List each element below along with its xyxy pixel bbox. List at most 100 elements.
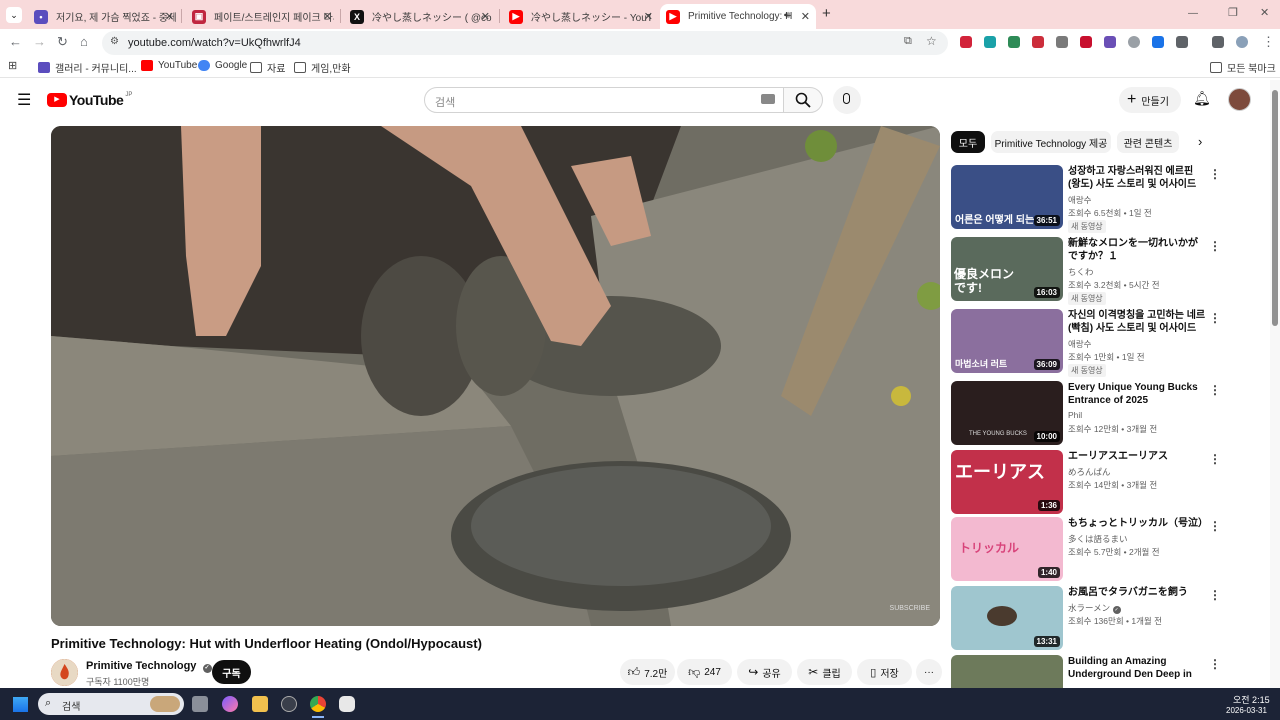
channel-avatar[interactable] — [51, 659, 78, 686]
page-scrollbar[interactable] — [1270, 80, 1280, 688]
recommendation-item[interactable]: THE YOUNG BUCKS 10:00 Every Unique Young… — [951, 381, 1221, 445]
browser-tab[interactable]: • 저기요, 제 가슴 찍었죠 - 중세 ✕ — [28, 4, 180, 29]
youtube-logo[interactable]: ▶ YouTube JP — [47, 92, 132, 108]
extension-icon[interactable] — [960, 36, 972, 48]
home-icon[interactable]: ⌂ — [80, 34, 88, 49]
recommendation-item[interactable]: トリッカル 1:40 もちょっとトリッカル（号泣） 多くは語るまい 조회수 5.… — [951, 517, 1221, 581]
close-icon[interactable]: ✕ — [801, 10, 810, 23]
file-explorer-icon[interactable] — [252, 696, 268, 712]
copilot-icon[interactable] — [222, 696, 238, 712]
voice-search-button[interactable] — [833, 86, 861, 114]
more-vert-icon[interactable]: ⋮ — [1209, 167, 1221, 181]
bookmark-star-icon[interactable]: ☆ — [926, 34, 937, 48]
search-button[interactable] — [783, 87, 823, 113]
recommendation-item[interactable]: 13:31 お風呂でタラバガニを飼う 水ラーメン ✓ 조회수 136만회 • 1… — [951, 586, 1221, 650]
more-actions-button[interactable]: ··· — [916, 659, 942, 685]
extension-icon[interactable] — [1008, 36, 1020, 48]
notifications-bell-icon[interactable]: 🔔︎ — [1193, 90, 1211, 107]
scroll-thumb[interactable] — [1272, 90, 1278, 326]
video-thumbnail[interactable]: トリッカル 1:40 — [951, 517, 1063, 581]
subscribe-button[interactable]: 구독 — [212, 660, 251, 684]
new-tab-button[interactable]: + — [822, 5, 831, 22]
channel-name[interactable]: Primitive Technology ✓ — [86, 660, 212, 673]
video-thumbnail[interactable]: 어른은 어떻게 되는 36:51 — [951, 165, 1063, 229]
chrome-icon[interactable] — [310, 696, 326, 712]
hamburger-menu-icon[interactable]: ☰ — [17, 90, 31, 110]
close-window-icon[interactable]: ✕ — [1260, 6, 1269, 19]
chip-from-channel[interactable]: Primitive Technology 제공 — [991, 131, 1111, 153]
messenger-icon[interactable] — [339, 696, 355, 712]
install-app-icon[interactable]: ⧉ — [904, 35, 912, 48]
close-icon[interactable]: ✕ — [644, 10, 653, 23]
recommendation-item[interactable]: 優良メロンです! 16:03 新鮮なメロンを一切れいかがですか？１ ちくわ 조회… — [951, 237, 1221, 305]
clock-date[interactable]: 2026-03-31 — [1226, 706, 1267, 715]
share-button[interactable]: ↪ 공유 — [737, 659, 792, 685]
bookmark-folder[interactable]: 자료 — [250, 60, 285, 75]
video-thumbnail[interactable]: 優良メロンです! 16:03 — [951, 237, 1063, 301]
chevron-right-icon[interactable]: › — [1198, 134, 1202, 149]
recommendation-item[interactable]: Building an Amazing Underground Den Deep… — [951, 655, 1221, 688]
bookmark-item[interactable]: YouTube — [141, 60, 197, 71]
close-icon[interactable]: ✕ — [165, 10, 174, 23]
create-button[interactable]: + 만들기 — [1119, 87, 1181, 113]
more-vert-icon[interactable]: ⋮ — [1209, 239, 1221, 253]
extension-icon[interactable] — [1128, 36, 1140, 48]
extensions-puzzle-icon[interactable] — [1176, 36, 1188, 48]
recommendation-item[interactable]: 마법소녀 러트 36:09 자신의 이격명칭을 고민하는 네르 (빡침) 사도 … — [951, 309, 1221, 377]
more-vert-icon[interactable]: ⋮ — [1209, 452, 1221, 466]
browser-tab-active[interactable]: ▶ Primitive Technology: Hut 🔊︎ ✕ — [660, 4, 816, 29]
all-bookmarks-folder[interactable]: 모든 북마크 — [1210, 60, 1276, 75]
search-input[interactable]: 검색 — [424, 87, 784, 113]
site-info-icon[interactable]: ⚙ — [110, 36, 119, 47]
extension-icon[interactable] — [984, 36, 996, 48]
windows-start-icon[interactable] — [13, 697, 28, 712]
taskbar-search[interactable]: ⌕ 검색 — [38, 693, 184, 715]
app-icon[interactable] — [281, 696, 297, 712]
more-vert-icon[interactable]: ⋮ — [1209, 383, 1221, 397]
address-bar[interactable]: ⚙ youtube.com/watch?v=UkQfhwrlfJ4 ⧉ ☆ — [102, 31, 948, 55]
more-vert-icon[interactable]: ⋮ — [1209, 519, 1221, 533]
dislike-button[interactable]: 👎︎ 247 — [677, 659, 732, 685]
close-icon[interactable]: ✕ — [323, 10, 332, 23]
video-thumbnail[interactable]: THE YOUNG BUCKS 10:00 — [951, 381, 1063, 445]
chrome-menu-icon[interactable]: ⋮ — [1262, 34, 1275, 50]
save-button[interactable]: ▯ 저장 — [857, 659, 912, 685]
close-icon[interactable]: ✕ — [481, 10, 490, 23]
browser-tab[interactable]: ▶ 冷やし蒸しネッシー - YouTube ✕ — [503, 4, 659, 29]
recommendation-item[interactable]: 어른은 어떻게 되는 36:51 성장하고 자랑스러워진 에르핀 (왕도) 사도… — [951, 165, 1221, 233]
apps-grid-icon[interactable]: ⊞ — [8, 59, 17, 72]
restore-icon[interactable]: ❐ — [1228, 6, 1238, 19]
forward-icon[interactable]: → — [33, 34, 46, 49]
more-vert-icon[interactable]: ⋮ — [1209, 657, 1221, 671]
extension-icon[interactable] — [1056, 36, 1068, 48]
video-thumbnail[interactable]: 마법소녀 러트 36:09 — [951, 309, 1063, 373]
bookmark-item[interactable]: Google — [198, 60, 247, 71]
chip-all[interactable]: 모두 — [951, 131, 985, 153]
task-view-icon[interactable] — [192, 696, 208, 712]
extension-icon[interactable] — [1104, 36, 1116, 48]
download-icon[interactable] — [1152, 36, 1164, 48]
recommendation-item[interactable]: エーリアス 1:36 エーリアスエーリアス めろんぱん 조회수 14만회 • 3… — [951, 450, 1221, 514]
reading-list-icon[interactable] — [1212, 36, 1224, 48]
bookmark-folder[interactable]: 게임,만화 — [294, 60, 351, 75]
profile-avatar[interactable] — [1236, 36, 1248, 48]
speaker-icon[interactable]: 🔊︎ — [784, 10, 790, 21]
tab-search-button[interactable]: ⌄ — [6, 7, 22, 23]
minimize-icon[interactable]: — — [1188, 8, 1198, 19]
video-thumbnail[interactable]: エーリアス 1:36 — [951, 450, 1063, 514]
like-button[interactable]: 👍︎ 7.2만 — [620, 659, 675, 685]
back-icon[interactable]: ← — [9, 34, 22, 49]
extension-icon[interactable] — [1080, 36, 1092, 48]
more-vert-icon[interactable]: ⋮ — [1209, 311, 1221, 325]
account-avatar[interactable] — [1228, 88, 1251, 111]
subscribe-watermark-icon[interactable]: SUBSCRIBE — [890, 605, 930, 612]
chip-related[interactable]: 관련 콘텐츠 — [1117, 131, 1179, 153]
keyboard-icon[interactable] — [761, 94, 775, 104]
clock-time[interactable]: 오전 2:15 — [1233, 693, 1270, 706]
extension-icon[interactable] — [1032, 36, 1044, 48]
video-thumbnail[interactable]: 13:31 — [951, 586, 1063, 650]
browser-tab[interactable]: ▣ 페이트/스트레인지 페이크 다시 ✕ — [186, 4, 338, 29]
video-player[interactable]: SUBSCRIBE — [51, 126, 940, 626]
bookmark-item[interactable]: 갤러리 - 커뮤니티... — [38, 60, 137, 75]
video-thumbnail[interactable] — [951, 655, 1063, 688]
